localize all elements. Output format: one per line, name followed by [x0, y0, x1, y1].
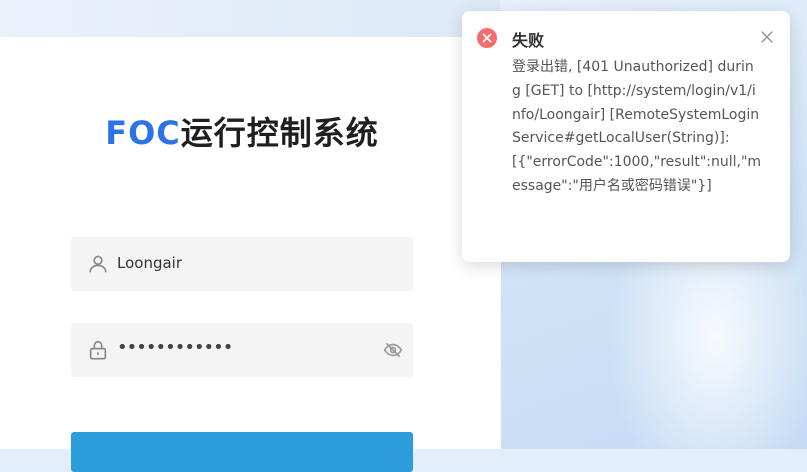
- title-brand: FOC: [105, 114, 181, 152]
- password-value: ••••••••••••: [117, 337, 233, 358]
- username-field[interactable]: Loongair: [71, 237, 413, 291]
- page-title: FOC运行控制系统: [0, 108, 484, 154]
- lock-icon: [89, 340, 107, 360]
- notification-title: 失败: [512, 31, 545, 50]
- title-text: 运行控制系统: [180, 114, 379, 152]
- error-notification: 失败 登录出错, [401 Unauthorized] during [GET]…: [462, 11, 790, 262]
- user-icon: [89, 255, 107, 273]
- error-circle-icon: [477, 28, 497, 48]
- password-field[interactable]: ••••••••••••: [71, 323, 413, 377]
- top-strip: [0, 0, 500, 37]
- eye-off-icon[interactable]: [383, 340, 403, 360]
- username-value: Loongair: [117, 254, 183, 272]
- close-icon[interactable]: [760, 30, 774, 44]
- login-button[interactable]: [71, 432, 413, 472]
- notification-message: 登录出错, [401 Unauthorized] during [GET] to…: [512, 59, 762, 194]
